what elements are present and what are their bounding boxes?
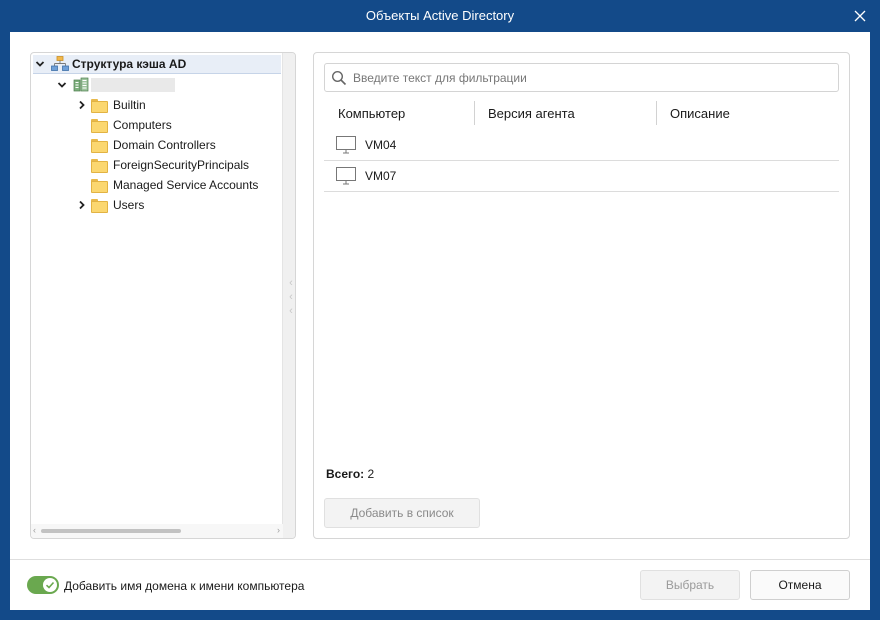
select-button[interactable]: Выбрать (640, 570, 740, 600)
check-icon (45, 581, 55, 589)
dialog-body: Структура кэша AD Builtin Computers Doma… (10, 32, 870, 610)
panel-splitter-collapse-icon[interactable]: ‹ ‹ ‹ (286, 276, 296, 320)
folder-icon (91, 158, 108, 173)
chevron-right-icon[interactable] (75, 198, 89, 212)
tree-folder-label: Domain Controllers (113, 137, 216, 152)
scroll-left-arrow-icon[interactable]: ‹ (33, 525, 36, 535)
tree-root-node[interactable]: Структура кэша AD (33, 55, 281, 74)
column-header-agent-version[interactable]: Версия агента (488, 100, 575, 126)
tree-domain-node[interactable] (55, 75, 175, 94)
domain-name-redacted (91, 77, 175, 92)
column-header-computer[interactable]: Компьютер (338, 100, 405, 126)
cancel-button[interactable]: Отмена (750, 570, 850, 600)
computer-icon (336, 167, 356, 185)
tree-horizontal-scrollbar[interactable]: ‹ › (31, 524, 283, 538)
tree-folder-domain-controllers[interactable]: Domain Controllers (91, 135, 216, 154)
add-domain-toggle-label[interactable]: Добавить имя домена к имени компьютера (64, 579, 304, 593)
tree-folder-label: ForeignSecurityPrincipals (113, 157, 250, 172)
scrollbar-thumb[interactable] (41, 529, 181, 533)
tree-folder-label: Managed Service Accounts (113, 177, 259, 192)
tree-folder-label: Computers (113, 117, 172, 132)
filter-box[interactable] (324, 63, 839, 92)
ad-structure-icon (51, 56, 69, 72)
tree-root-label: Структура кэша AD (72, 57, 187, 71)
ad-tree: Структура кэша AD Builtin Computers Doma… (31, 53, 283, 523)
tree-folder-label: Builtin (113, 97, 146, 112)
search-icon (325, 64, 353, 91)
computer-icon (336, 136, 356, 154)
tree-folder-users[interactable]: Users (75, 195, 144, 214)
dialog-window: Объекты Active Directory Структура кэша … (0, 0, 880, 620)
table-row[interactable]: VM07 (324, 161, 839, 192)
row-computer-name: VM04 (365, 138, 397, 152)
folder-icon (91, 118, 108, 133)
column-divider[interactable] (474, 101, 475, 125)
chevron-right-icon[interactable] (75, 98, 89, 112)
tree-folder-managed-service-accounts[interactable]: Managed Service Accounts (91, 175, 258, 194)
total-label: Всего: (326, 467, 365, 481)
column-header-description[interactable]: Описание (670, 100, 730, 126)
footer-divider (10, 559, 870, 560)
tree-folder-foreign-security-principals[interactable]: ForeignSecurityPrincipals (91, 155, 249, 174)
total-value: 2 (367, 467, 375, 481)
window-title: Объекты Active Directory (365, 8, 515, 23)
chevron-down-icon[interactable] (55, 78, 69, 92)
folder-icon (91, 98, 108, 113)
filter-input[interactable] (353, 70, 823, 85)
tree-folder-label: Users (113, 197, 145, 212)
folder-icon (91, 178, 108, 193)
row-computer-name: VM07 (365, 169, 397, 183)
folder-lock-icon (91, 138, 108, 153)
domain-icon (73, 77, 89, 92)
add-domain-toggle[interactable] (27, 576, 59, 594)
add-to-list-button[interactable]: Добавить в список (324, 498, 480, 528)
folder-icon (91, 198, 108, 213)
title-bar[interactable]: Объекты Active Directory (0, 0, 880, 32)
scroll-right-arrow-icon[interactable]: › (277, 525, 280, 535)
total-count: Всего: 2 (326, 467, 374, 481)
toggle-knob (43, 578, 57, 592)
ad-tree-panel: Структура кэша AD Builtin Computers Doma… (30, 52, 296, 539)
chevron-down-icon[interactable] (33, 57, 47, 71)
column-divider[interactable] (656, 101, 657, 125)
tree-folder-builtin[interactable]: Builtin (75, 95, 146, 114)
close-icon[interactable] (850, 6, 870, 26)
computers-panel: Компьютер Версия агента Описание VM04 VM… (313, 52, 850, 539)
table-row[interactable]: VM04 (324, 130, 839, 161)
tree-folder-computers[interactable]: Computers (91, 115, 172, 134)
